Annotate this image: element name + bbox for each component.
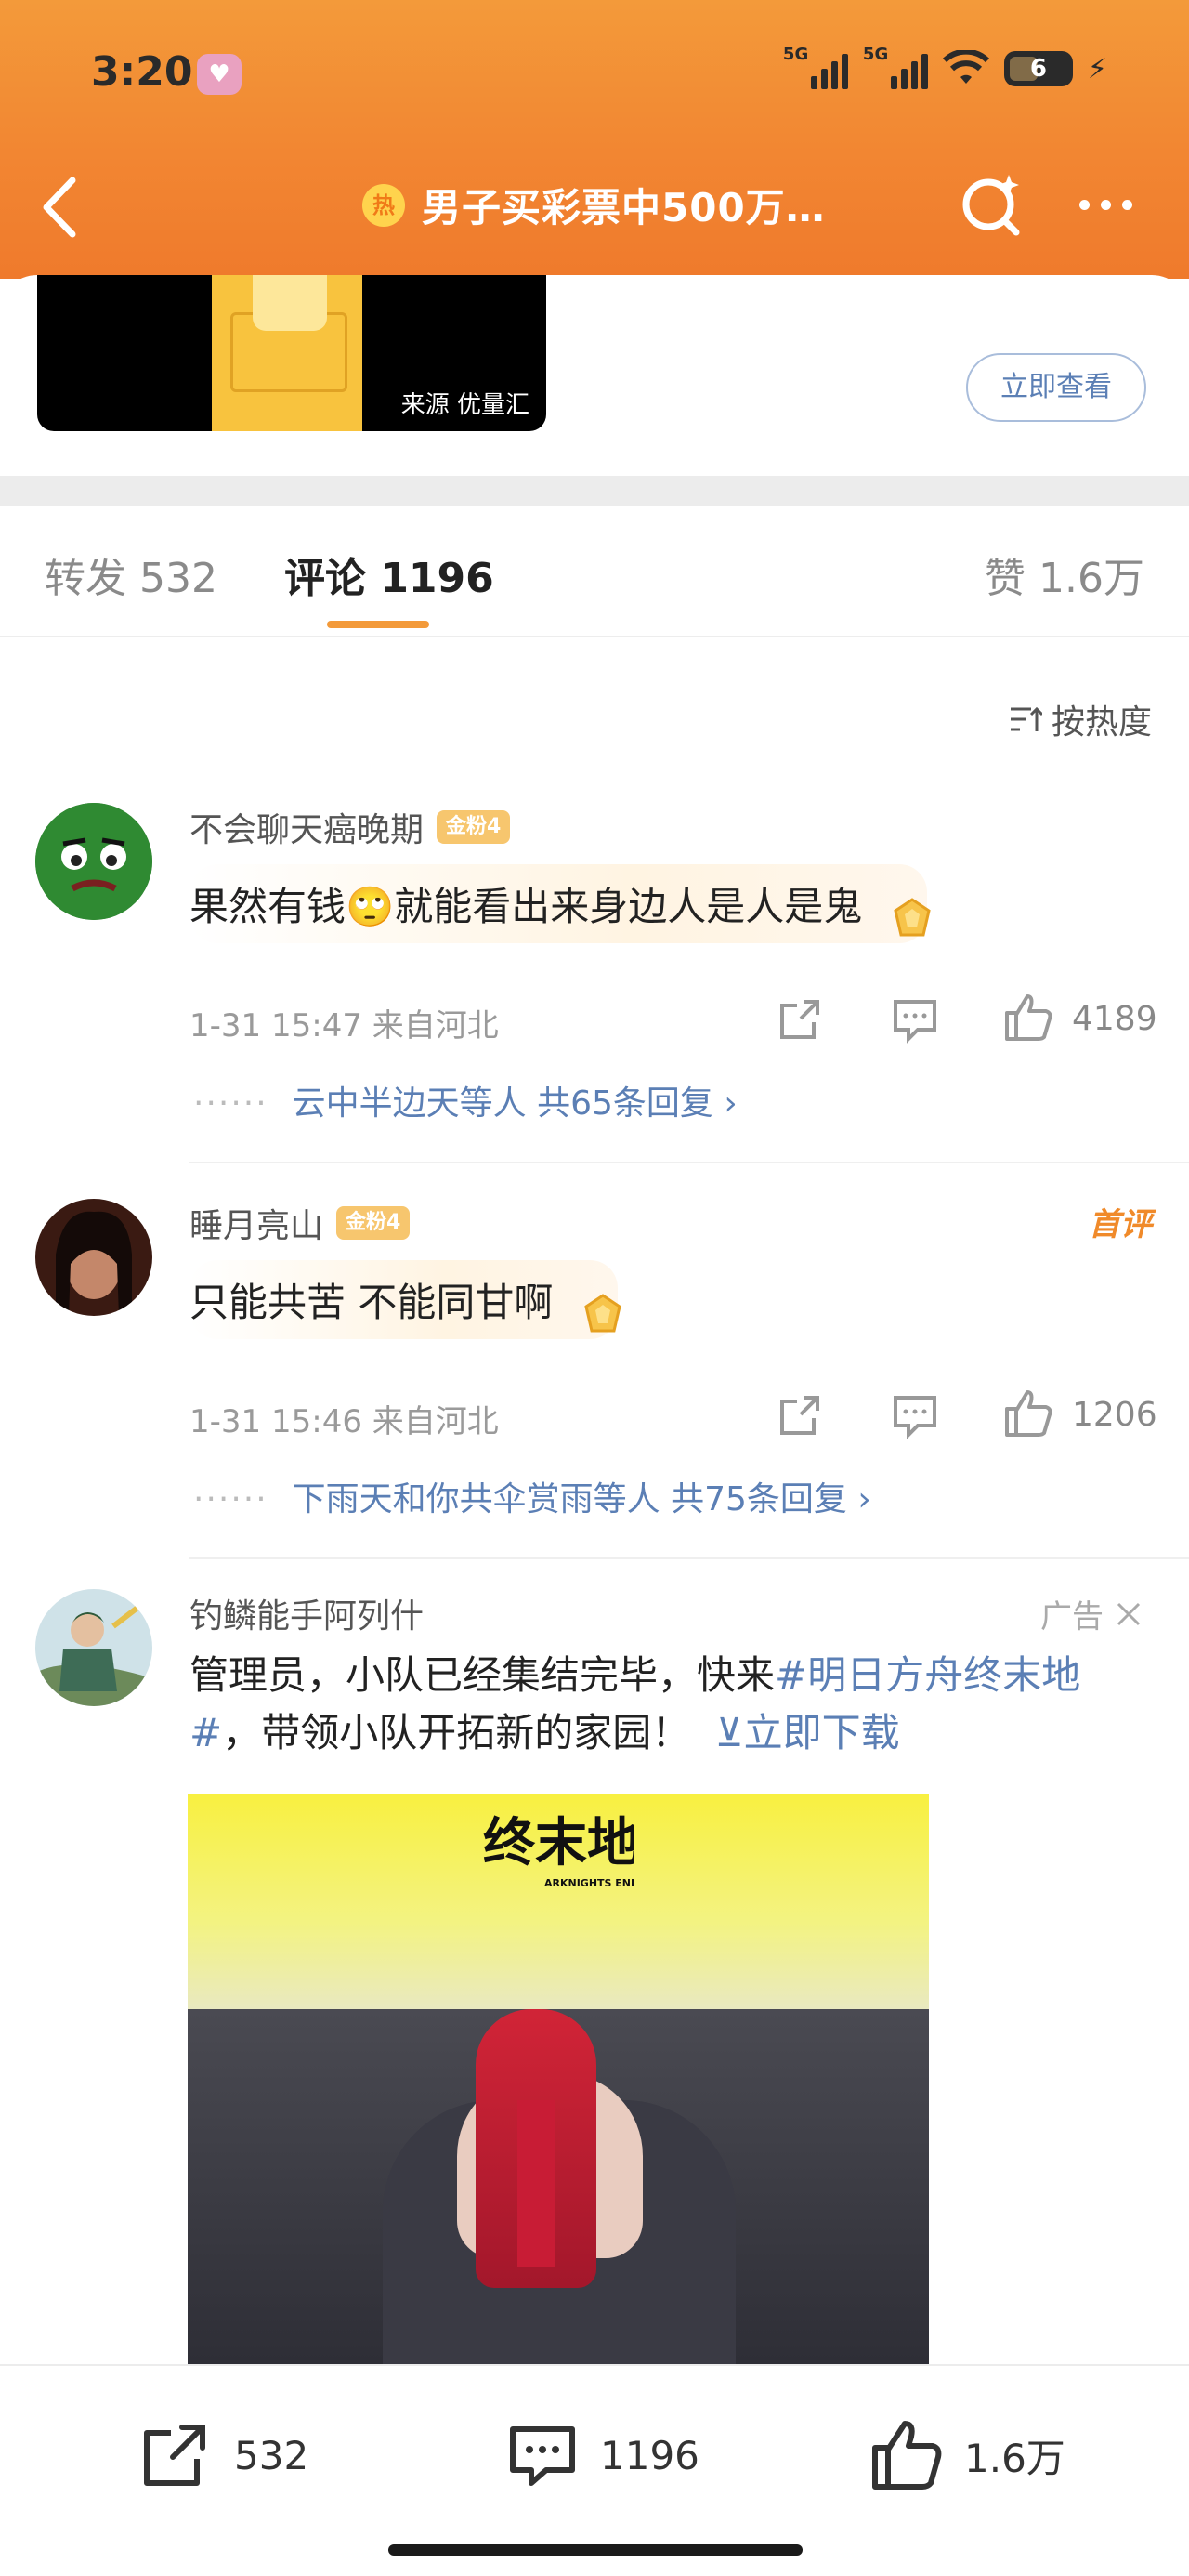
hot-badge: 热 [362,183,405,227]
like-count: 1206 [1072,1396,1157,1434]
search-icon [962,175,1020,236]
svg-text:终末地: 终末地 [483,1813,634,1873]
section-divider [0,476,1189,506]
comment-icon [510,2426,575,2486]
avatar[interactable] [35,803,152,920]
wifi-icon [942,48,990,87]
view-now-button[interactable]: 立即查看 [966,353,1146,422]
comment-meta: 1-31 15:47 来自河北 [189,1007,499,1045]
battery-icon: 6 [1003,51,1073,86]
ad-author[interactable]: 钓鳞能手阿列什 [189,1589,424,1637]
like-button[interactable]: 1.6万 [869,2418,1065,2492]
header-bar: 3:20 ♥ 5G 5G 6 ⚡ 热 男子买彩票中500万… [0,0,1189,279]
thumbs-up-icon [872,2421,942,2490]
play-icon [253,275,327,331]
thumbs-up-icon [1005,1390,1052,1437]
thumbs-up-icon [1005,994,1052,1041]
sort-button[interactable]: 按热度 [1009,695,1152,743]
share-icon [780,1396,819,1435]
close-icon [1117,1602,1141,1625]
ad-label[interactable]: 广告 [1040,1591,1143,1636]
gem-icon [894,898,931,937]
tab-like[interactable]: 赞 1.6万 [985,545,1144,604]
comment-divider [189,1557,1189,1559]
chevron-left-icon [43,177,76,238]
comment-divider [189,1162,1189,1163]
download-link[interactable]: ⊻立即下载 [715,1710,900,1755]
back-button[interactable] [35,175,84,240]
home-indicator [388,2544,803,2556]
share-icon [780,1000,819,1039]
comment-author[interactable]: 睡月亮山 金粉4 [189,1199,411,1247]
video-thumbnail[interactable]: 来源 优量汇 [37,275,546,431]
like-button[interactable] [1003,992,1053,1046]
video-card: 来源 优量汇 立即查看 [0,275,1189,474]
comment-author[interactable]: 不会聊天癌晚期 金粉4 [189,803,511,851]
charging-icon: ⚡ [1087,52,1107,85]
comment-icon [894,1396,936,1439]
sort-icon [1010,706,1042,731]
status-time: 3:20 [91,48,193,96]
comment-icon [894,1000,936,1044]
comment-button[interactable]: 1196 [505,2418,699,2492]
sort-label: 按热度 [1051,703,1152,742]
like-count: 4189 [1072,1000,1157,1038]
ad-image[interactable]: 终末地 ARKNIGHTS ENDFIELD [188,1794,929,2364]
fan-badge: 金粉4 [336,1206,411,1240]
comment-text: 果然有钱🙄就能看出来身边人是人是鬼 [189,864,931,943]
tab-indicator [327,621,429,628]
svg-text:ARKNIGHTS ENDFIELD: ARKNIGHTS ENDFIELD [544,1877,634,1889]
comment-text: 只能共苦 不能同甘啊 [189,1260,622,1339]
like-button[interactable] [1003,1388,1053,1442]
tab-repost[interactable]: 转发 532 [45,545,217,604]
share-icon [144,2425,205,2486]
avatar[interactable] [35,1199,152,1316]
fan-badge: 金粉4 [437,810,511,844]
gem-icon [584,1294,622,1333]
title-text: 男子买彩票中500万… [422,185,826,230]
reply-summary[interactable]: ······ 下雨天和你共伞赏雨等人 共75条回复 › [193,1472,871,1520]
comment-meta: 1-31 15:46 来自河北 [189,1403,499,1440]
tab-bar: 转发 532 评论 1196 赞 1.6万 [0,506,1189,637]
status-icons: 5G 5G 6 ⚡ [783,45,1107,89]
page-title: 热 男子买彩票中500万… [362,177,826,233]
repost-button[interactable]: 532 [139,2418,308,2492]
health-icon: ♥ [197,54,242,95]
reply-button[interactable] [890,1390,940,1444]
video-source: 来源 优量汇 [400,391,529,419]
search-button[interactable] [959,171,1024,236]
share-button[interactable] [775,1390,825,1444]
signal-icon: 5G [863,45,928,89]
ad-text: 管理员，小队已经集结完毕，快来#明日方舟终末地#，带领小队开拓新的家园！ ⊻立即… [189,1652,1081,1755]
more-button[interactable] [1068,186,1143,223]
first-comment-tag: 首评 [1089,1206,1152,1243]
avatar[interactable] [35,1589,152,1706]
reply-button[interactable] [890,994,940,1048]
reply-summary[interactable]: ······ 云中半边天等人 共65条回复 › [193,1076,738,1124]
signal-icon: 5G [783,45,848,89]
share-button[interactable] [775,994,825,1048]
game-logo: 终末地 ARKNIGHTS ENDFIELD [483,1813,634,1889]
